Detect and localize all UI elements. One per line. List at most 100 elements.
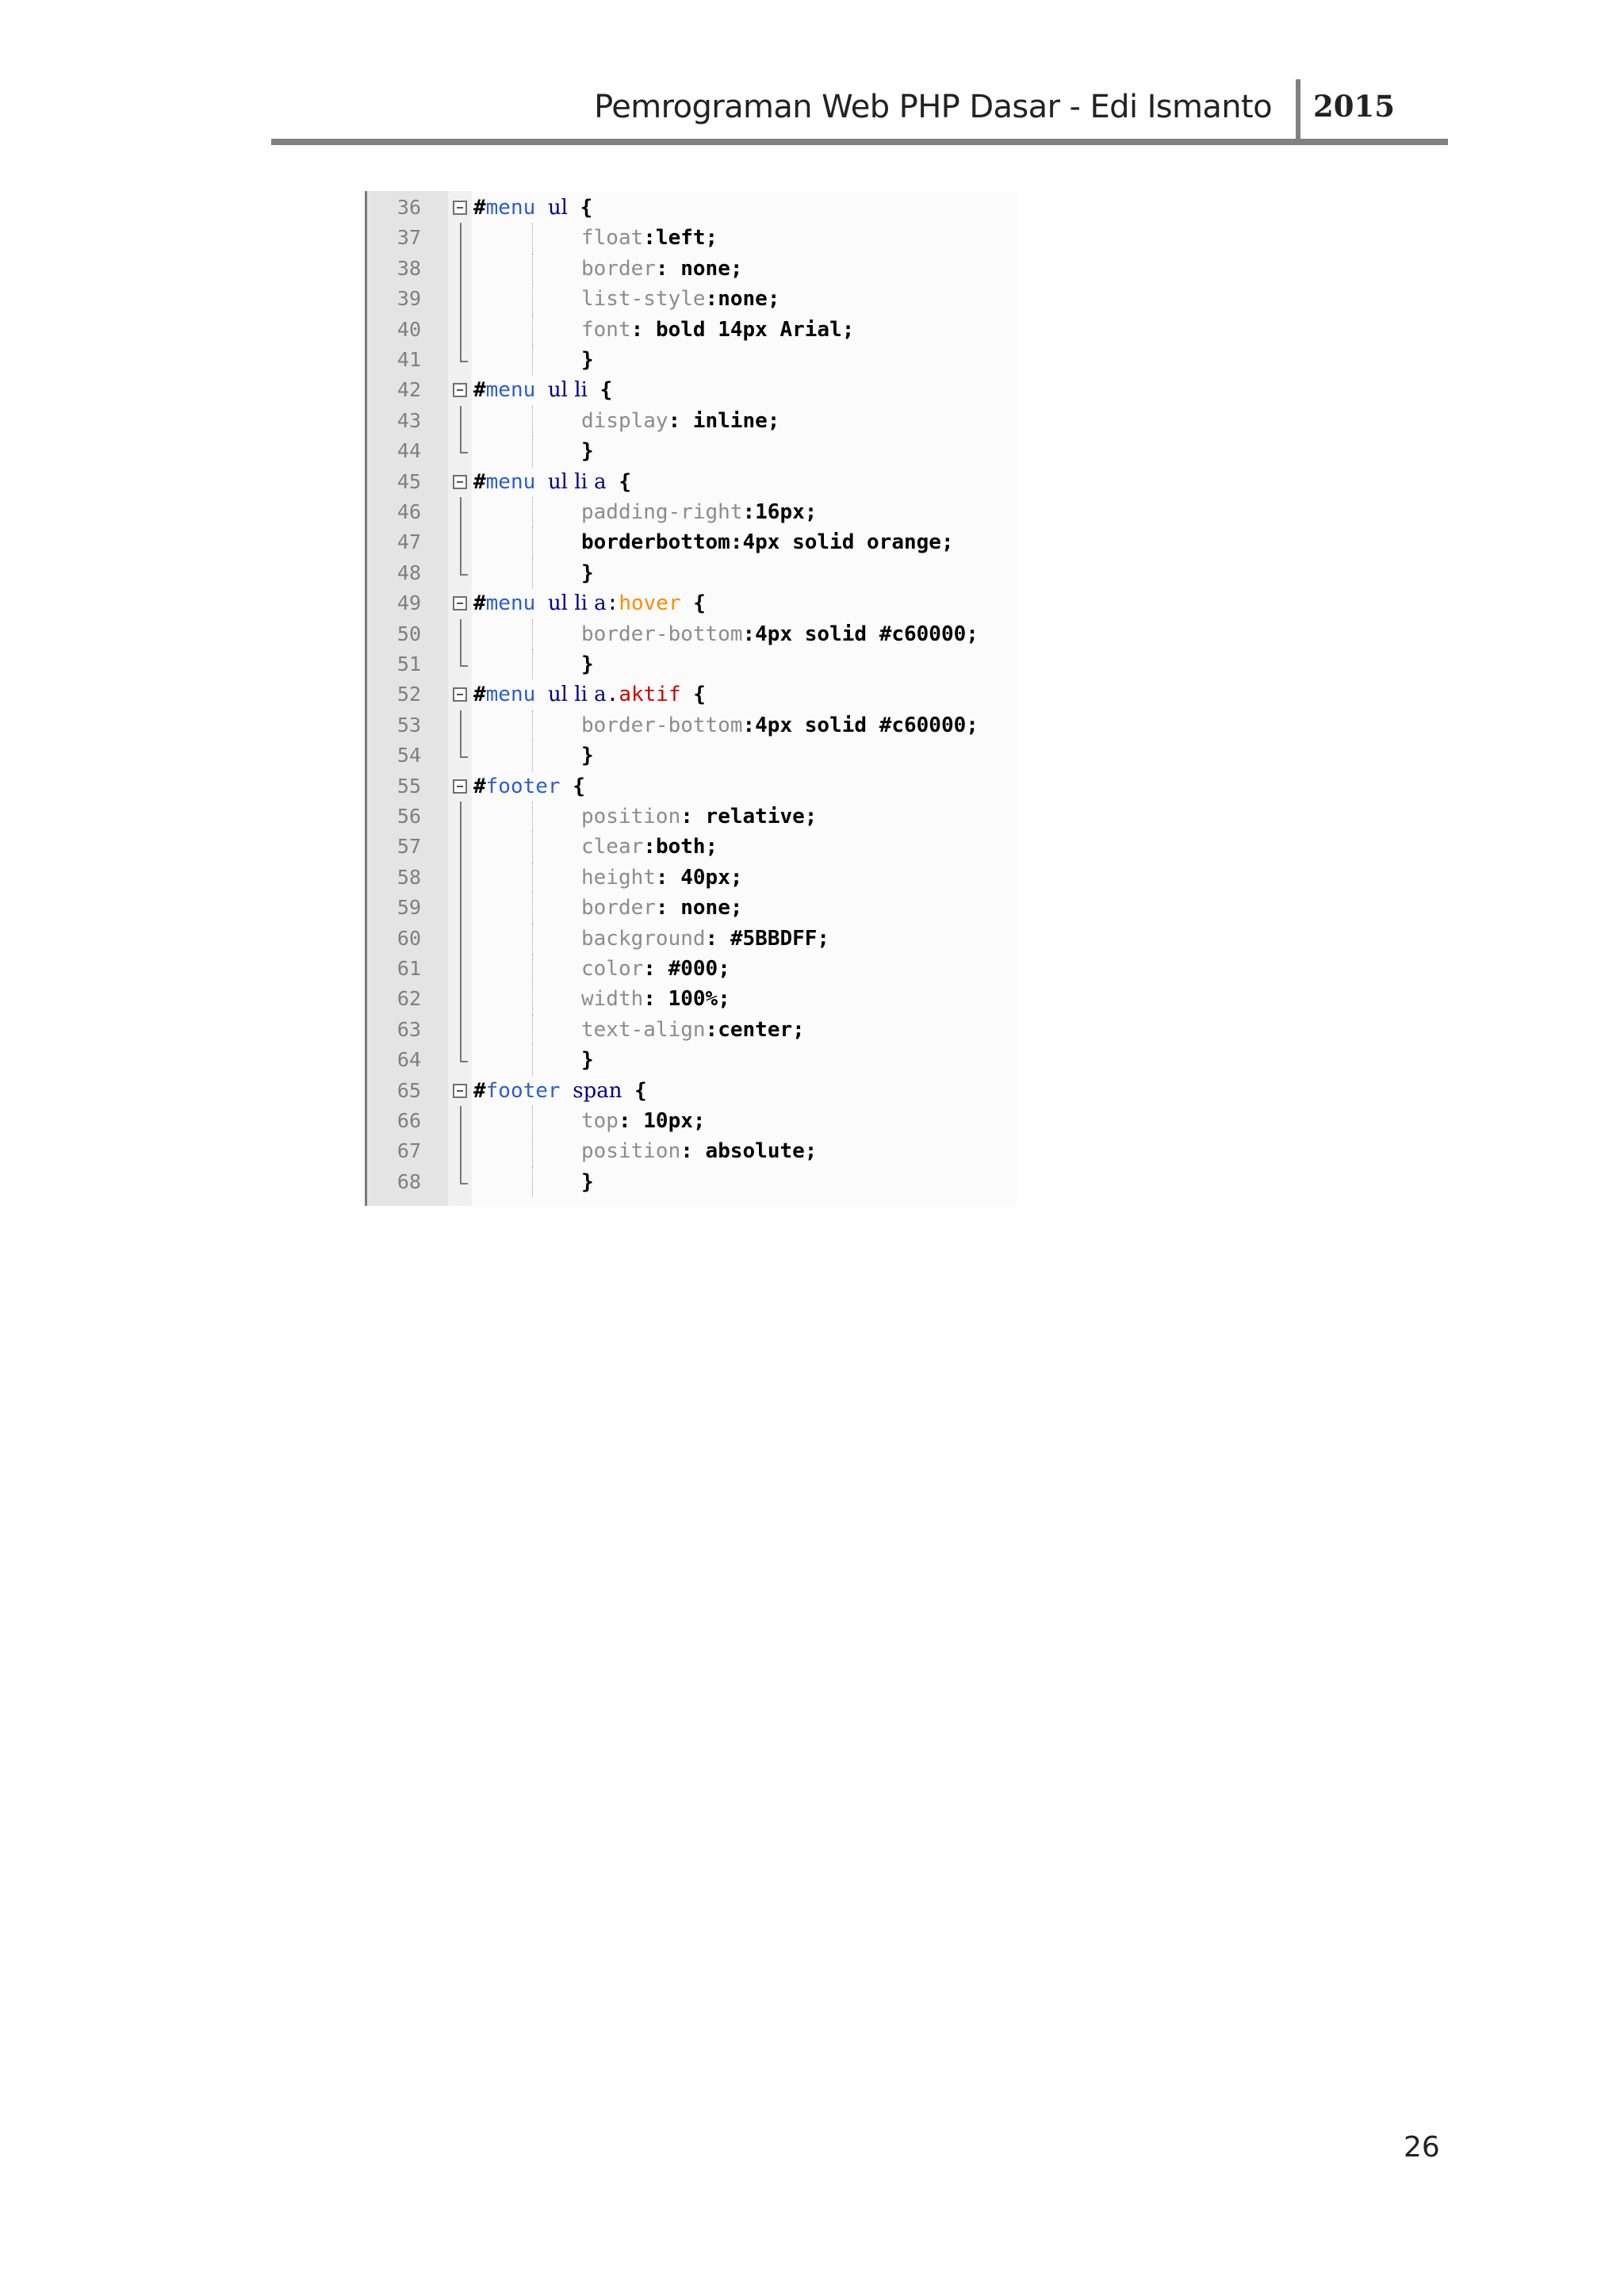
closing-brace: } (581, 652, 594, 676)
css-property: border-bottom (581, 622, 743, 646)
fold-line (460, 1106, 462, 1137)
line-number: 39 (396, 287, 421, 311)
line-number: 59 (396, 896, 421, 920)
fold-end (460, 345, 468, 362)
css-selector: #footer { (473, 775, 585, 798)
fold-line (460, 284, 462, 315)
line-number: 60 (396, 926, 421, 950)
fold-end (460, 649, 468, 667)
indent-guide (532, 253, 534, 285)
css-property: clear (581, 835, 644, 859)
selector-token: menu (485, 683, 536, 707)
fold-collapse-icon (453, 383, 467, 398)
closing-brace: } (581, 561, 594, 585)
selector-token: { (619, 469, 631, 494)
code-line: 64} (367, 1045, 1017, 1076)
indent-guide (532, 954, 534, 985)
css-value: none; (718, 287, 780, 312)
css-property: top (581, 1109, 619, 1133)
line-number: 61 (396, 957, 421, 980)
selector-token: . (606, 683, 619, 707)
line-number: 47 (396, 530, 421, 554)
line-number: 66 (396, 1109, 421, 1132)
fold-line (460, 832, 462, 863)
indent-guide (532, 436, 534, 467)
fold-line (460, 893, 462, 924)
css-value: both; (655, 835, 718, 859)
selector-token: footer (485, 1078, 561, 1103)
selector-token: ul (547, 196, 568, 220)
closing-brace: } (581, 439, 594, 464)
line-number: 58 (396, 865, 421, 889)
fold-line (460, 802, 462, 832)
css-value: #000; (668, 957, 730, 981)
page-number: 26 (1404, 2131, 1440, 2164)
fold-end (460, 740, 468, 759)
fold-line (460, 497, 462, 528)
selector-token: # (473, 196, 486, 220)
selector-token: footer (485, 774, 561, 798)
indent-guide (532, 618, 534, 649)
selector-token: menu (485, 591, 536, 616)
indent-guide (532, 893, 534, 924)
fold-end (460, 557, 468, 576)
line-number: 42 (396, 378, 421, 402)
code-line: 57 clear:both; (367, 832, 1017, 863)
selector-token: menu (485, 378, 536, 403)
selector-token: span (573, 1078, 622, 1103)
code-screenshot: 36 #menu ul {37 float:left; 38 border: none;… (365, 191, 1017, 1206)
css-declaration: display: inline; (581, 409, 779, 433)
line-number: 63 (396, 1017, 421, 1041)
code-line: 42 #menu ul li { (367, 375, 1017, 405)
css-property: border-bottom (581, 713, 743, 737)
selector-token: { (599, 378, 613, 403)
selector-token: { (580, 196, 593, 220)
selector-token: # (473, 378, 486, 403)
indent-guide (532, 1014, 534, 1046)
selector-token (561, 1079, 573, 1103)
code-line: 46 padding-right:16px; (367, 497, 1017, 528)
indent-guide (532, 710, 534, 741)
css-property: position (581, 1139, 681, 1164)
indent-guide (532, 1136, 534, 1167)
css-separator: : (643, 226, 656, 251)
fold-line (460, 1014, 462, 1046)
fold-collapse-icon (453, 474, 467, 489)
indent-guide (532, 314, 534, 345)
line-number: 52 (396, 683, 421, 706)
line-number: 64 (396, 1048, 421, 1072)
selector-token: { (634, 1078, 647, 1103)
code-line: 58 height: 40px; (367, 862, 1017, 894)
css-selector: #footer span { (473, 1079, 647, 1103)
code-line: 49 #menu ul li a:hover { (367, 588, 1017, 618)
css-property: font (581, 317, 631, 342)
selector-token: ul li a (547, 591, 607, 616)
indent-guide (532, 923, 534, 954)
code-line: 62 width: 100%; (367, 984, 1017, 1015)
css-separator: : (643, 957, 668, 981)
css-property: border (581, 256, 656, 281)
css-selector: #menu ul li { (473, 378, 612, 402)
indent-guide (532, 223, 534, 254)
css-value: none; (680, 896, 743, 920)
css-property: width (581, 987, 644, 1012)
css-separator: : (668, 408, 693, 433)
fold-collapse-icon (453, 596, 467, 611)
header-title: Pemrograman Web PHP Dasar - Edi Ismanto (594, 89, 1272, 125)
selector-token (535, 470, 548, 494)
fold-line (460, 1136, 462, 1167)
css-property: height (581, 865, 656, 890)
page-header: Pemrograman Web PHP Dasar - Edi Ismanto … (271, 79, 1448, 147)
code-line: 38 border: none; (367, 253, 1017, 285)
code-line: 51} (367, 649, 1017, 680)
css-property: color (581, 957, 644, 981)
fold-line (460, 223, 462, 254)
code-line: 61 color: #000; (367, 954, 1017, 985)
selector-token (535, 196, 548, 220)
line-number: 55 (396, 774, 421, 798)
line-number: 38 (396, 256, 421, 280)
css-property: padding-right (581, 500, 743, 524)
css-value: #5BBDFF; (730, 926, 830, 951)
css-declaration: list-style:none; (581, 287, 779, 311)
line-number: 62 (396, 987, 421, 1011)
